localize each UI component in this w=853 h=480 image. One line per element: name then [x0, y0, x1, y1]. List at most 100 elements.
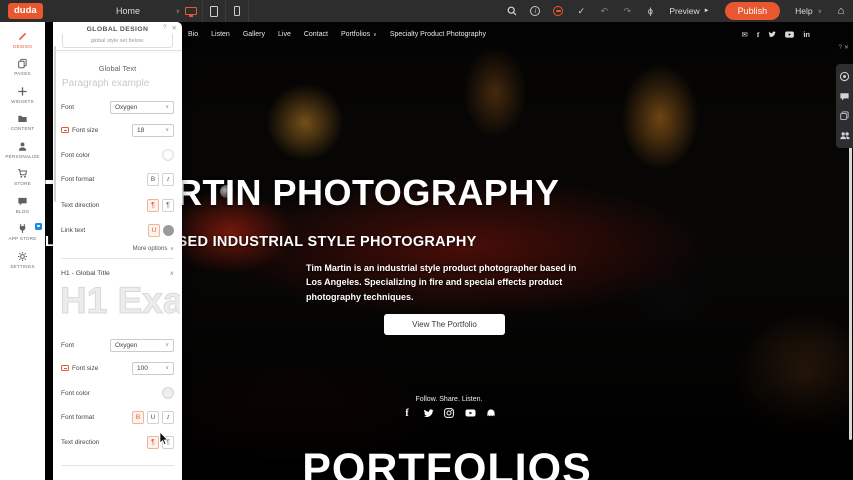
panel-close-button[interactable]: ✕ — [172, 24, 177, 32]
nav-item-label: Portfolios — [341, 31, 370, 38]
duda-logo[interactable]: duda — [8, 3, 43, 19]
twitter-icon[interactable] — [422, 407, 434, 419]
youtube-icon[interactable] — [464, 407, 476, 419]
sidebar-item-settings[interactable]: SETTINGS — [0, 246, 45, 274]
topbar-actions: i ✓ ↶ ↷ ɸ Preview ► Publish Help ∨ ⌂ — [504, 0, 849, 22]
ltr-button[interactable]: ¶ — [147, 199, 159, 212]
desktop-view-button[interactable] — [180, 0, 202, 22]
assistant-button[interactable] — [550, 0, 566, 22]
paragraph-ltr-icon: ¶ — [151, 202, 155, 209]
search-button[interactable] — [504, 0, 520, 22]
h1-font-color-swatch[interactable] — [162, 387, 174, 399]
h1-italic-button[interactable]: I — [162, 411, 174, 424]
font-size-label: Font size — [72, 127, 98, 134]
linkedin-icon[interactable]: in — [803, 30, 810, 39]
more-options-link[interactable]: More options ∨ — [133, 246, 174, 252]
top-bar: duda Home ∨ i ✓ ↶ ↷ — [0, 0, 853, 22]
nav-item-listen[interactable]: Listen — [211, 31, 230, 38]
nav-item-bio[interactable]: Bio — [188, 31, 198, 38]
twitter-icon[interactable] — [768, 31, 776, 38]
record-icon — [839, 71, 850, 82]
nav-item-specialty[interactable]: Specialty Product Photography — [390, 31, 486, 38]
sidebar-item-label: BLOG — [16, 209, 30, 214]
facebook-icon[interactable]: f — [757, 30, 760, 39]
font-value: Oxygen — [115, 104, 137, 111]
preview-button[interactable]: Preview ► — [665, 6, 713, 16]
divider — [61, 465, 174, 466]
panel-help-button[interactable]: ? — [163, 24, 167, 32]
record-button[interactable] — [838, 70, 851, 83]
facebook-icon[interactable]: f — [401, 407, 413, 419]
sidebar-item-design[interactable]: DESIGN — [0, 26, 45, 54]
h1-sample-text: H1 Exa — [60, 280, 180, 326]
dashboard-home-button[interactable]: ⌂ — [833, 0, 849, 22]
sidebar-item-blog[interactable]: BLOG — [0, 191, 45, 219]
editor-sidebar: DESIGN PAGES WIDGETS CONTENT PERSONALIZE… — [0, 22, 45, 480]
sidebar-item-widgets[interactable]: WIDGETS — [0, 81, 45, 109]
font-value: Oxygen — [115, 342, 137, 349]
undo-button[interactable]: ↶ — [596, 0, 612, 22]
font-size-select[interactable]: 18 ∨ — [132, 124, 174, 137]
italic-button[interactable]: I — [162, 173, 174, 186]
page-selector[interactable]: Home ∨ — [116, 0, 180, 22]
paragraph-sample: Paragraph example — [62, 78, 149, 89]
panel-title: GLOBAL DESIGN — [87, 26, 149, 33]
font-label: Font — [61, 104, 74, 111]
redo-button[interactable]: ↷ — [619, 0, 635, 22]
h1-section-title: H1 - Global Title — [61, 270, 110, 277]
tablet-view-button[interactable] — [203, 0, 225, 22]
rtl-button[interactable]: ¶ — [162, 199, 174, 212]
team-button[interactable] — [838, 129, 851, 142]
h1-font-size-select[interactable]: 100 ∨ — [132, 362, 174, 375]
youtube-icon[interactable] — [785, 31, 794, 38]
h1-ltr-button[interactable]: ¶ — [147, 436, 159, 449]
font-color-row: Font color — [61, 148, 174, 162]
gear-icon — [17, 251, 28, 262]
undo-icon: ↶ — [601, 6, 609, 17]
h1-bold-button[interactable]: B — [132, 411, 144, 424]
sidebar-item-app-store[interactable]: APP STORE — [0, 219, 45, 247]
h1-underline-button[interactable]: U — [147, 411, 159, 424]
paragraph-rtl-icon: ¶ — [166, 202, 170, 209]
view-portfolio-button[interactable]: View The Portfolio — [384, 314, 505, 335]
nav-item-contact[interactable]: Contact — [304, 31, 328, 38]
help-menu[interactable]: Help ∨ — [791, 6, 826, 16]
sidebar-item-label: PAGES — [14, 71, 31, 76]
font-color-swatch[interactable] — [162, 149, 174, 161]
desktop-icon — [185, 7, 197, 15]
mobile-view-button[interactable] — [226, 0, 248, 22]
device-switcher — [180, 0, 249, 22]
dev-mode-button[interactable]: ɸ — [642, 0, 658, 22]
email-icon[interactable]: ✉ — [742, 30, 748, 39]
orange-circle-icon — [553, 6, 563, 16]
divider — [248, 0, 249, 22]
publish-button[interactable]: Publish — [725, 2, 781, 20]
sidebar-item-content[interactable]: CONTENT — [0, 109, 45, 137]
instagram-icon[interactable] — [443, 407, 455, 419]
info-button[interactable]: i — [527, 0, 543, 22]
comments-button[interactable] — [838, 90, 851, 103]
font-select[interactable]: Oxygen ∨ — [110, 101, 174, 114]
link-underline-button[interactable]: U — [148, 224, 160, 237]
link-color-swatch[interactable] — [163, 225, 174, 236]
sidebar-item-personalize[interactable]: PERSONALIZE — [0, 136, 45, 164]
sidebar-item-pages[interactable]: PAGES — [0, 54, 45, 82]
nav-item-gallery[interactable]: Gallery — [243, 31, 265, 38]
home-icon: ⌂ — [838, 5, 845, 17]
dev-mode-icon: ɸ — [648, 6, 653, 16]
close-icon[interactable]: ✕ — [844, 45, 851, 51]
global-design-panel: GLOBAL DESIGN ? ✕ global style set below… — [53, 22, 182, 480]
font-format-row: Font format B I — [61, 172, 174, 186]
chevron-down-icon: ∨ — [165, 342, 169, 348]
bold-button[interactable]: B — [147, 173, 159, 186]
nav-item-portfolios[interactable]: Portfolios ∨ — [341, 31, 377, 38]
layers-button[interactable] — [838, 109, 851, 122]
plug-icon — [17, 223, 28, 234]
search-icon — [507, 6, 517, 16]
h1-font-select[interactable]: Oxygen ∨ — [110, 339, 174, 352]
nav-item-live[interactable]: Live — [278, 31, 291, 38]
snapchat-icon[interactable] — [485, 407, 497, 419]
save-check-button[interactable]: ✓ — [573, 0, 589, 22]
sidebar-item-store[interactable]: STORE — [0, 164, 45, 192]
h1-section-header[interactable]: H1 - Global Title ∧ — [61, 267, 174, 279]
